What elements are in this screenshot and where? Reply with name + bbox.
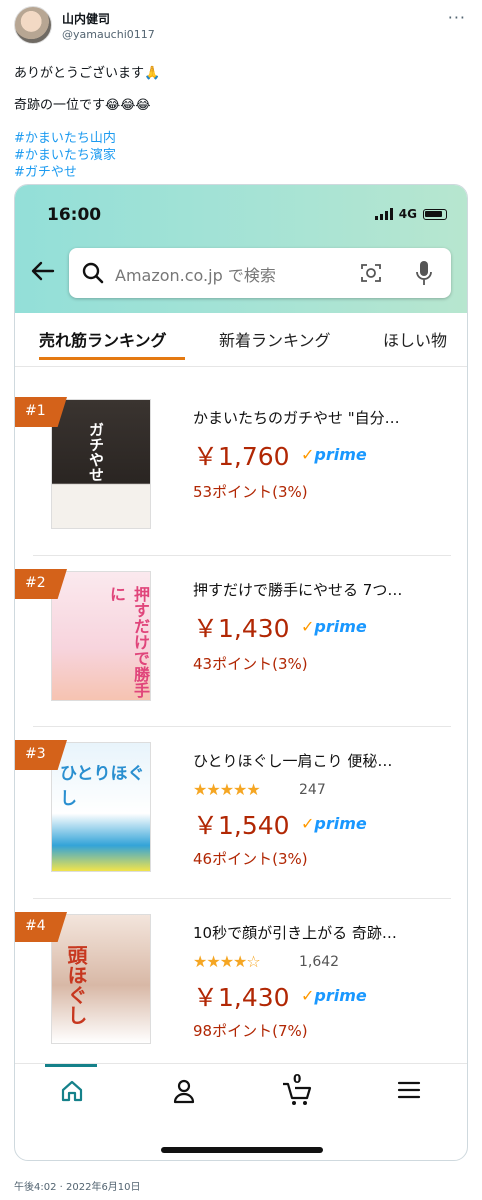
status-icons: 4G [374, 207, 447, 221]
app-header: 16:00 4G Amazon.co.jp で検索 [15, 185, 467, 313]
prime-badge: ✓prime [301, 814, 367, 833]
divider [33, 555, 451, 556]
signal-icon [374, 208, 393, 220]
microphone-icon[interactable] [415, 260, 433, 286]
more-options-icon[interactable]: ··· [448, 8, 466, 27]
list-item[interactable]: 押すだけで勝手に #2 押すだけで勝手にやせる 7つ… ￥1,430 ✓prim… [15, 569, 467, 741]
product-price: ￥1,430 [193, 614, 290, 643]
prime-badge: ✓prime [301, 617, 367, 636]
camera-scan-icon[interactable] [359, 261, 383, 285]
divider [33, 726, 451, 727]
cover-title: ひとりほぐし [60, 764, 145, 809]
hashtag-link[interactable]: #ガチやせ [14, 161, 77, 180]
list-item[interactable]: ひとりほぐし #3 ひとりほぐし一肩こり 便秘… ★★★★★ 247 ￥1,54… [15, 740, 467, 912]
network-label: 4G [398, 207, 417, 221]
tweet-text-line1: ありがとうございます🙏 [14, 66, 161, 81]
product-title[interactable]: 10秒で顔が引き上がる 奇跡… [193, 922, 453, 943]
tweet-text-line2: 奇跡の一位です😂😂😂 [14, 98, 151, 113]
home-indicator-bar [161, 1147, 323, 1153]
tab-new-releases[interactable]: 新着ランキング [219, 327, 331, 351]
author-handle[interactable]: @yamauchi0117 [62, 28, 155, 41]
product-price: ￥1,430 [193, 983, 290, 1012]
prime-badge: ✓prime [301, 445, 367, 464]
cover-title: 頭ほぐし [64, 945, 88, 1025]
author-name[interactable]: 山内健司 [62, 10, 110, 27]
embedded-screenshot[interactable]: 16:00 4G Amazon.co.jp で検索 売れ筋ランキング 新着ランキ… [14, 184, 468, 1161]
avatar[interactable] [14, 6, 52, 44]
book-cover-image[interactable]: ガチやせ [51, 399, 151, 529]
book-cover-image[interactable]: ひとりほぐし [51, 742, 151, 872]
book-cover-image[interactable]: 押すだけで勝手に [51, 571, 151, 701]
active-tab-indicator [39, 357, 185, 360]
menu-icon[interactable] [397, 1078, 421, 1102]
rating-count[interactable]: 1,642 [299, 954, 339, 970]
book-cover-image[interactable]: 頭ほぐし [51, 914, 151, 1044]
battery-icon [423, 208, 447, 220]
search-placeholder: Amazon.co.jp で検索 [115, 266, 276, 285]
cart-count: 0 [293, 1072, 302, 1086]
bottom-navigation: 0 [15, 1063, 467, 1123]
prime-badge: ✓prime [301, 986, 367, 1005]
home-icon[interactable] [59, 1078, 85, 1104]
product-points: 53ポイント(3%) [193, 483, 308, 501]
rating-count[interactable]: 247 [299, 782, 326, 798]
tweet-header: 山内健司 @yamauchi0117 ··· [14, 6, 470, 46]
product-points: 98ポイント(7%) [193, 1022, 308, 1040]
list-item[interactable]: 頭ほぐし #4 10秒で顔が引き上がる 奇跡… ★★★★☆ 1,642 ￥1,4… [15, 912, 467, 1084]
search-icon [82, 262, 104, 284]
list-item[interactable]: ガチやせ #1 かまいたちのガチやせ "自分… ￥1,760 ✓prime 53… [15, 397, 467, 569]
tab-wishlist[interactable]: ほしい物 [383, 327, 447, 351]
cover-title: ガチやせ [87, 422, 105, 482]
account-icon[interactable] [171, 1078, 197, 1104]
product-points: 46ポイント(3%) [193, 850, 308, 868]
product-title[interactable]: 押すだけで勝手にやせる 7つ… [193, 579, 453, 600]
search-input[interactable]: Amazon.co.jp で検索 [69, 248, 451, 298]
status-time: 16:00 [47, 205, 102, 225]
tab-bestsellers[interactable]: 売れ筋ランキング [39, 327, 167, 351]
product-title[interactable]: かまいたちのガチやせ "自分… [193, 407, 453, 428]
ranking-tabs: 売れ筋ランキング 新着ランキング ほしい物 [15, 313, 467, 367]
product-price: ￥1,760 [193, 442, 290, 471]
product-title[interactable]: ひとりほぐし一肩こり 便秘… [193, 750, 453, 771]
product-price: ￥1,540 [193, 811, 290, 840]
tweet-timestamp[interactable]: 午後4:02 · 2022年6月10日 [14, 1178, 141, 1193]
nav-active-indicator [45, 1064, 97, 1067]
rating-stars: ★★★★☆ [193, 952, 261, 971]
product-points: 43ポイント(3%) [193, 655, 308, 673]
back-arrow-icon[interactable] [31, 261, 55, 281]
rating-stars: ★★★★★ [193, 780, 261, 799]
cover-title: 押すだけで勝手に [107, 586, 150, 698]
divider [33, 898, 451, 899]
